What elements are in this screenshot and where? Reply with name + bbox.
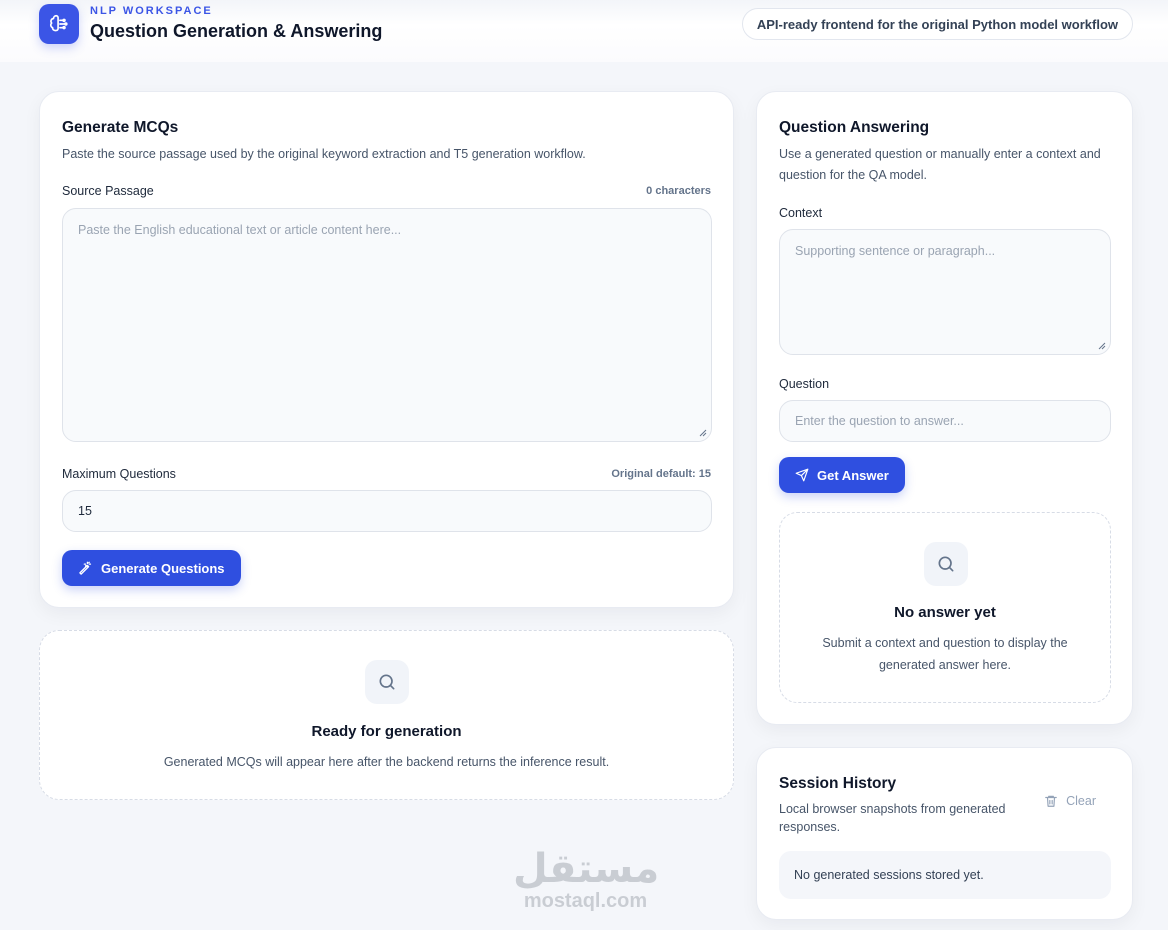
max-questions-value: 15 [78,504,92,518]
generate-questions-label: Generate Questions [101,560,225,576]
source-passage-textarea[interactable]: Paste the English educational text or ar… [62,208,712,442]
question-label: Question [779,377,830,391]
question-input[interactable]: Enter the question to answer... [779,400,1111,442]
generate-description: Paste the source passage used by the ori… [62,147,586,161]
context-placeholder: Supporting sentence or paragraph... [795,244,996,258]
history-empty-row: No generated sessions stored yet. [779,851,1111,899]
get-answer-button[interactable]: Get Answer [779,457,905,493]
resize-handle-icon[interactable] [699,429,707,437]
answer-empty-description: Submit a context and question to display… [822,636,1068,672]
trash-icon [1045,795,1057,807]
mostaql-watermark: مستقل mostaql.com [513,846,660,912]
app-header: NLP WORKSPACE Question Generation & Answ… [0,0,1168,62]
results-empty-description: Generated MCQs will appear here after th… [163,755,610,769]
search-icon [365,660,409,704]
watermark-arabic: مستقل [513,846,660,892]
brain-icon [39,4,79,44]
qa-description: Use a generated question or manually ent… [779,147,1101,182]
character-count: 0 characters [646,185,711,197]
generate-title: Generate MCQs [62,119,179,136]
watermark-latin: mostaql.com [523,890,648,912]
mcq-results-panel: Ready for generation Generated MCQs will… [39,630,734,800]
context-label: Context [779,206,823,220]
answer-empty-panel: No answer yet Submit a context and quest… [779,512,1111,703]
question-answering-card: Question Answering Use a generated quest… [756,91,1133,725]
history-description: Local browser snapshots from generated r… [779,802,1006,834]
history-title: Session History [779,775,897,792]
context-textarea[interactable]: Supporting sentence or paragraph... [779,229,1111,355]
results-empty-title: Ready for generation [311,723,462,740]
source-passage-label: Source Passage [62,184,154,198]
generate-mcqs-card: Generate MCQs Paste the source passage u… [39,91,734,608]
info-pill: API-ready frontend for the original Pyth… [741,8,1133,40]
clear-history-button[interactable]: Clear [1044,794,1096,808]
source-passage-placeholder: Paste the English educational text or ar… [78,223,402,237]
app-title: Question Generation & Answering [90,21,383,41]
session-history-card: Session History Local browser snapshots … [756,747,1133,920]
get-answer-label: Get Answer [817,467,889,483]
app-eyebrow: NLP WORKSPACE [90,5,213,17]
resize-handle-icon[interactable] [1098,342,1106,350]
max-questions-input[interactable]: 15 [62,490,712,532]
send-icon [795,468,809,482]
search-icon [924,542,968,586]
generate-questions-button[interactable]: Generate Questions [62,550,241,586]
history-empty-text: No generated sessions stored yet. [794,868,984,882]
question-placeholder: Enter the question to answer... [795,414,964,428]
magic-wand-icon [79,561,92,575]
qa-title: Question Answering [779,119,930,136]
clear-history-label: Clear [1066,794,1096,808]
answer-empty-title: No answer yet [894,604,996,621]
max-questions-label: Maximum Questions [62,467,176,481]
max-questions-hint: Original default: 15 [611,468,711,480]
